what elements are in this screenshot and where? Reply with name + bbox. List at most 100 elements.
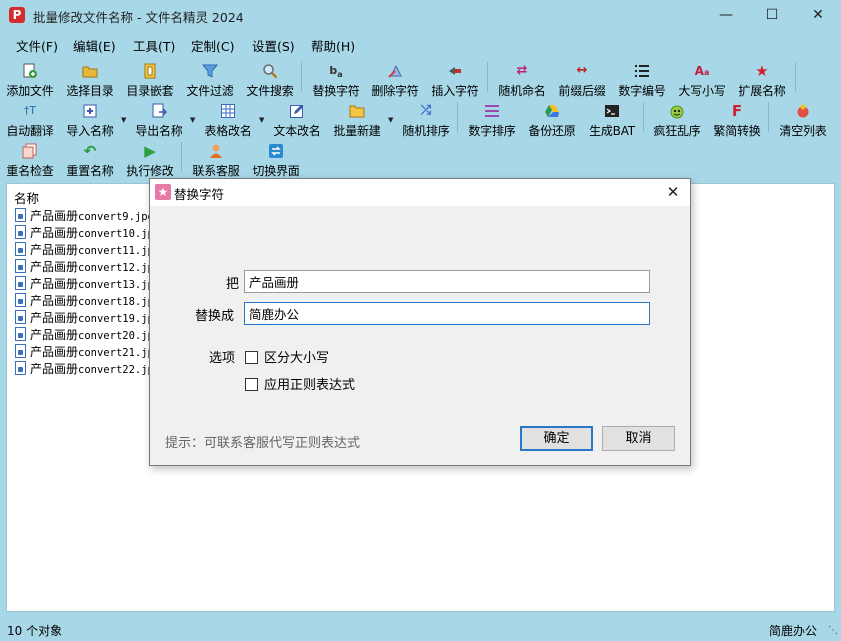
auto-translate-label: 自动翻译	[6, 124, 54, 138]
file-name: 产品画册convert12.jpg	[30, 260, 161, 274]
file-name: 产品画册convert19.jpg	[30, 311, 161, 325]
execute-rename-button[interactable]: ▶ 执行修改	[118, 142, 182, 180]
image-file-icon	[15, 259, 26, 273]
regex-checkbox[interactable]	[245, 378, 258, 391]
image-file-icon	[15, 344, 26, 358]
image-file-icon	[15, 208, 26, 222]
export-names-button[interactable]: 导出名称	[127, 102, 191, 140]
menu-file[interactable]: 文件(F)	[16, 36, 58, 55]
close-icon: ✕	[666, 183, 680, 201]
generate-bat-label: 生成BAT	[589, 124, 635, 138]
delete-text-button[interactable]: 删除字符	[363, 62, 427, 100]
replace-text-dialog: ★ 替换字符 ✕ 把 替换成 选项 区分大小写 应用正则表达式 提示：可联系客服…	[149, 178, 691, 466]
close-window-button[interactable]: ✕	[795, 0, 841, 31]
number-sort-label: 数字排序	[468, 124, 516, 138]
batch-create-dropdown-arrow[interactable]: ▼	[388, 116, 393, 124]
replace-input[interactable]	[244, 302, 650, 325]
switch-interface-button[interactable]: 切换界面	[244, 142, 308, 180]
insert-text-button[interactable]: 插入字符	[423, 62, 487, 100]
text-rename-label: 文本改名	[273, 124, 321, 138]
star-icon: ★	[755, 62, 769, 80]
ok-button[interactable]: 确定	[520, 426, 593, 451]
export-dropdown-arrow[interactable]: ▼	[190, 116, 195, 124]
numbered-list-icon	[634, 63, 650, 79]
clear-list-button[interactable]: 清空列表	[771, 102, 835, 140]
number-sort-button[interactable]: 数字排序	[460, 102, 524, 140]
menu-tools[interactable]: 工具(T)	[133, 36, 175, 55]
prefix-suffix-button[interactable]: ↔ 前缀后缀	[550, 62, 614, 100]
dialog-close-button[interactable]: ✕	[656, 179, 690, 206]
menu-help[interactable]: 帮助(H)	[311, 36, 355, 55]
cancel-button[interactable]: 取消	[602, 426, 675, 451]
contact-support-button[interactable]: 联系客服	[184, 142, 248, 180]
menu-edit[interactable]: 编辑(E)	[73, 36, 116, 55]
import-icon	[82, 103, 98, 119]
extension-button[interactable]: ★ 扩展名称	[730, 62, 794, 100]
text-rename-button[interactable]: 文本改名	[265, 102, 329, 140]
duplicate-check-button[interactable]: 重名检查	[0, 142, 62, 180]
name-column-header[interactable]: 名称	[14, 188, 39, 207]
table-icon	[220, 103, 236, 119]
backup-restore-button[interactable]: 备份还原	[520, 102, 584, 140]
find-input[interactable]	[244, 270, 650, 293]
window-title: 批量修改文件名称 - 文件名精灵 2024	[33, 10, 244, 25]
menu-customize[interactable]: 定制(C)	[191, 36, 234, 55]
prefix-suffix-icon: ↔	[576, 63, 588, 78]
auto-translate-button[interactable]: †T 自动翻译	[0, 102, 62, 140]
select-folder-button[interactable]: 选择目录	[58, 62, 122, 100]
file-name: 产品画册convert21.jpg	[30, 345, 161, 359]
regex-option[interactable]: 应用正则表达式	[245, 374, 355, 393]
table-rename-button[interactable]: 表格改名	[196, 102, 260, 140]
backup-drive-icon	[544, 103, 560, 119]
letter-case-button[interactable]: Aa 大写小写	[670, 62, 734, 100]
file-search-button[interactable]: 文件搜索	[238, 62, 302, 100]
play-icon: ▶	[144, 142, 156, 160]
case-sensitive-option[interactable]: 区分大小写	[245, 347, 329, 366]
replace-text-label: 替换字符	[312, 84, 360, 98]
extension-label: 扩展名称	[738, 84, 786, 98]
edit-icon	[289, 103, 305, 119]
file-name: 产品画册convert10.jpg	[30, 226, 161, 240]
minimize-icon: —	[719, 7, 733, 23]
nested-folder-button[interactable]: 目录嵌套	[118, 62, 182, 100]
filter-icon	[201, 63, 219, 79]
delete-text-icon	[387, 63, 403, 79]
generate-bat-button[interactable]: 生成BAT	[580, 102, 644, 140]
image-file-icon	[15, 242, 26, 256]
replace-text-button[interactable]: ba 替换字符	[304, 62, 368, 100]
reset-names-button[interactable]: ↶ 重置名称	[58, 142, 122, 180]
import-dropdown-arrow[interactable]: ▼	[121, 116, 126, 124]
batch-create-label: 批量新建	[333, 124, 381, 138]
batch-create-button[interactable]: 批量新建	[325, 102, 389, 140]
file-filter-button[interactable]: 文件过滤	[178, 62, 242, 100]
random-sort-button[interactable]: ⤮ 随机排序	[394, 102, 458, 140]
random-name-button[interactable]: ⇄ 随机命名	[490, 62, 554, 100]
toolbar-divider	[643, 102, 644, 132]
menu-settings[interactable]: 设置(S)	[252, 36, 295, 55]
case-sensitive-checkbox[interactable]	[245, 351, 258, 364]
table-rename-label: 表格改名	[204, 124, 252, 138]
trad-simp-convert-button[interactable]: F 繁简转换	[705, 102, 769, 140]
dialog-title-bar: ★ 替换字符 ✕	[150, 179, 690, 206]
image-file-icon	[15, 276, 26, 290]
clear-list-label: 清空列表	[779, 124, 827, 138]
import-names-button[interactable]: 导入名称	[58, 102, 122, 140]
file-search-label: 文件搜索	[246, 84, 294, 98]
image-file-icon	[15, 327, 26, 341]
number-sequence-button[interactable]: 数字编号	[610, 62, 674, 100]
table-dropdown-arrow[interactable]: ▼	[259, 116, 264, 124]
crazy-shuffle-button[interactable]: 疯狂乱序	[645, 102, 709, 140]
maximize-button[interactable]: ☐	[749, 0, 795, 31]
random-sort-icon: ⤮	[420, 103, 432, 118]
random-sort-label: 随机排序	[402, 124, 450, 138]
execute-rename-label: 执行修改	[126, 164, 174, 178]
add-file-button[interactable]: 添加文件	[0, 62, 62, 100]
resize-grip-icon[interactable]: ⋱	[828, 625, 838, 636]
clear-list-icon	[795, 103, 811, 119]
replace-label: 替换成	[195, 309, 235, 324]
toolbar-divider	[795, 62, 796, 92]
backup-restore-label: 备份还原	[528, 124, 576, 138]
minimize-button[interactable]: —	[703, 0, 749, 31]
file-name: 产品画册convert13.jpg	[30, 277, 161, 291]
maximize-icon: ☐	[765, 7, 779, 23]
